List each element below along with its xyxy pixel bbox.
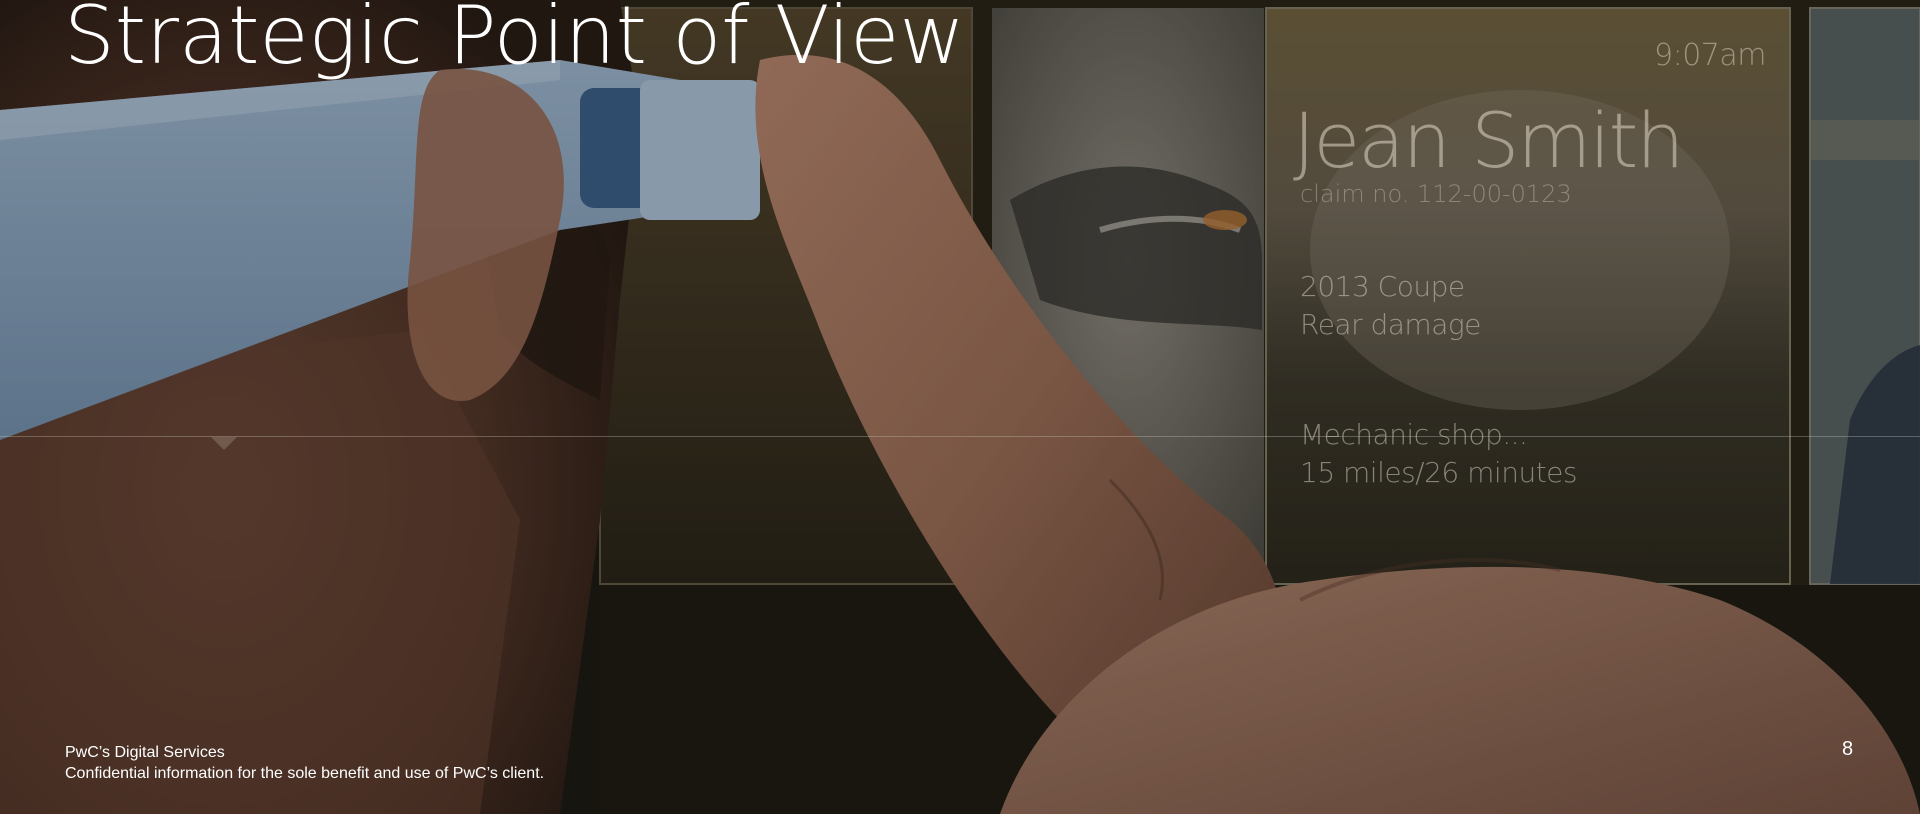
glass-card-shop: Mechanic shop... [1300, 418, 1528, 451]
glass-card-vehicle: 2013 Coupe [1300, 270, 1465, 303]
glass-card-time: 9:07am [1654, 38, 1766, 73]
glass-card-claim: claim no. 112-00-0123 [1300, 180, 1572, 208]
page-number: 8 [1842, 738, 1854, 760]
footer-confidential: Confidential information for the sole be… [65, 765, 545, 782]
footer-company: PwC’s Digital Services [65, 744, 225, 761]
slide-title: Strategic Point of View [64, 0, 965, 82]
glass-card-name: Jean Smith [1293, 96, 1684, 185]
glass-card-damage: Rear damage [1300, 308, 1481, 341]
slide: 9:07am Jean Smith claim no. 112-00-0123 … [0, 0, 1920, 814]
divider-line [0, 436, 1920, 437]
glass-card-distance: 15 miles/26 minutes [1300, 456, 1577, 489]
footer: PwC’s Digital Services Confidential info… [65, 742, 544, 784]
divider-notch [211, 437, 237, 450]
